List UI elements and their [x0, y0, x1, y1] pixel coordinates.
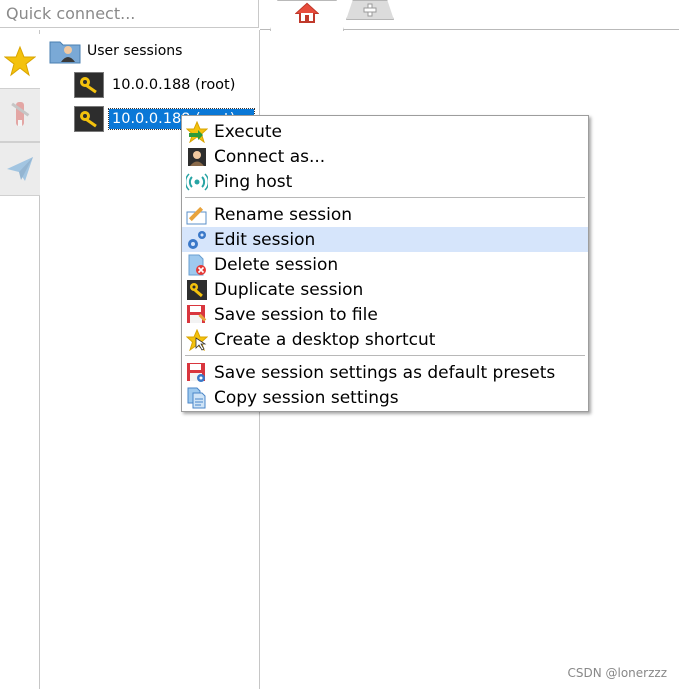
ping-icon: [186, 171, 208, 193]
session-label: 10.0.0.188 (root): [112, 77, 236, 93]
menu-item-ping-host[interactable]: Ping host: [182, 169, 588, 194]
user-icon: [186, 146, 208, 168]
menu-item-rename-session[interactable]: Rename session: [182, 202, 588, 227]
menu-separator: [185, 197, 585, 198]
delete-icon: [186, 254, 208, 276]
menu-item-create-desktop-shortcut[interactable]: Create a desktop shortcut: [182, 327, 588, 352]
tree-root-label: User sessions: [87, 43, 183, 59]
menu-item-execute[interactable]: Execute: [182, 119, 588, 144]
menu-item-edit-session[interactable]: Edit session: [182, 227, 588, 252]
key-icon: [74, 72, 104, 98]
watermark: CSDN @lonerzzz: [567, 666, 667, 680]
tree-root-user-sessions[interactable]: User sessions: [49, 38, 182, 64]
quick-connect-input[interactable]: [6, 4, 246, 23]
gears-icon: [186, 229, 208, 251]
menu-separator: [185, 355, 585, 356]
save-presets-icon: [186, 362, 208, 384]
side-tab-tools[interactable]: [0, 88, 40, 142]
menu-item-connect-as[interactable]: Connect as...: [182, 144, 588, 169]
side-tab-sessions[interactable]: [0, 34, 40, 88]
save-file-icon: [186, 304, 208, 326]
side-tab-sftp[interactable]: [0, 142, 40, 196]
copy-icon: [186, 387, 208, 409]
menu-item-copy-session-settings[interactable]: Copy session settings: [182, 385, 588, 410]
star-icon: [4, 45, 36, 77]
tab-bar: [260, 0, 679, 31]
user-folder-icon: [49, 41, 81, 64]
home-icon: [295, 2, 319, 23]
tab-home[interactable]: [270, 0, 344, 31]
paper-plane-icon: [7, 157, 33, 181]
tab-new[interactable]: [346, 0, 394, 20]
menu-item-save-session-to-file[interactable]: Save session to file: [182, 302, 588, 327]
side-strip: [0, 30, 40, 689]
quick-connect-bar: [0, 0, 259, 28]
menu-item-duplicate-session[interactable]: Duplicate session: [182, 277, 588, 302]
key-icon: [186, 279, 208, 301]
rename-icon: [186, 204, 208, 226]
session-context-menu: Execute Connect as... Ping host Rename s…: [181, 115, 589, 412]
menu-item-save-default-presets[interactable]: Save session settings as default presets: [182, 360, 588, 385]
session-item[interactable]: 10.0.0.188 (root): [74, 72, 238, 98]
execute-star-icon: [186, 120, 208, 143]
tools-icon: [11, 102, 30, 126]
shortcut-star-icon: [186, 328, 208, 351]
key-icon: [74, 106, 104, 132]
menu-item-delete-session[interactable]: Delete session: [182, 252, 588, 277]
plus-icon: [363, 3, 377, 17]
